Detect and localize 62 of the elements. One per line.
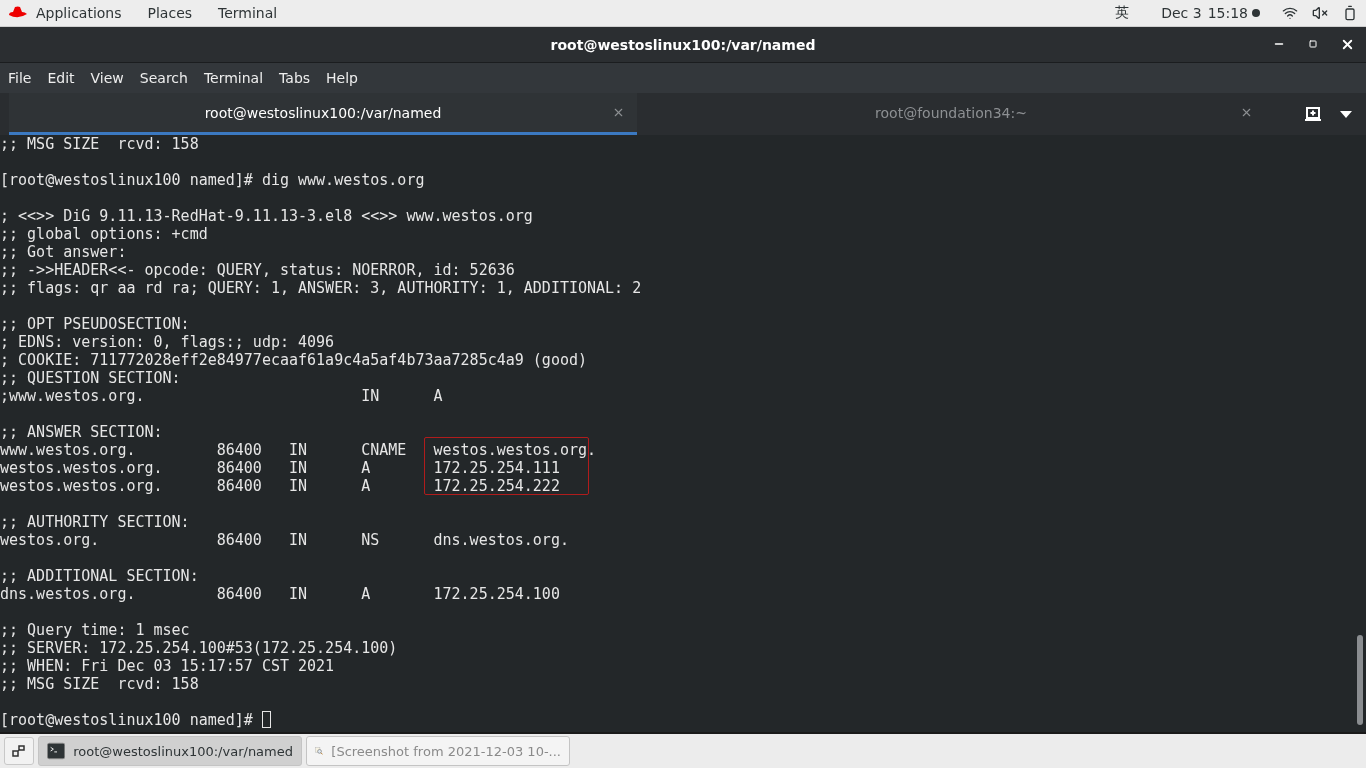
close-icon <box>1240 106 1253 119</box>
terminal-line: ;; global options: +cmd <box>0 225 208 243</box>
top-bar-menu[interactable]: Applications <box>36 5 122 21</box>
tab-label: root@westoslinux100:/var/named <box>204 104 442 121</box>
terminal-line: westos.westos.org. 86400 IN A 172.25.254.111 <box>0 459 560 477</box>
terminal-line: ;; Got answer: <box>0 243 127 261</box>
terminal-tab[interactable]: root@westoslinux100:/var/named <box>9 93 637 135</box>
terminal-line: ; <<>> DiG 9.11.13-RedHat-9.11.13-3.el8 <<>> www.westos.org <box>0 207 533 225</box>
notification-dot-icon <box>1252 9 1260 17</box>
menu-item[interactable]: Search <box>139 70 188 86</box>
menu-item[interactable]: Terminal <box>203 70 264 86</box>
tab-close-button[interactable] <box>1240 106 1253 119</box>
window-title: root@westoslinux100:/var/named <box>550 36 816 53</box>
scrollbar-thumb[interactable] <box>1357 635 1363 725</box>
clock-date[interactable]: Dec 3 <box>1161 5 1202 21</box>
windows-icon <box>12 744 26 758</box>
terminal-line: ;; MSG SIZE rcvd: 158 <box>0 675 199 693</box>
volume-muted-icon[interactable] <box>1312 5 1328 21</box>
terminal-line: ;; QUESTION SECTION: <box>0 369 181 387</box>
tab-label: root@foundation34:~ <box>875 104 1027 121</box>
battery-icon[interactable] <box>1342 5 1358 21</box>
menu-item[interactable]: Help <box>326 70 358 86</box>
terminal-line: ;; MSG SIZE rcvd: 158 <box>0 135 199 153</box>
terminal-line: ;; flags: qr aa rd ra; QUERY: 1, ANSWER: 3, AUTHORITY: 1, ADDITIONAL: 2 <box>0 279 642 297</box>
maximize-icon <box>1309 40 1317 48</box>
shell-prompt: [root@westoslinux100 named]# <box>0 711 254 729</box>
top-bar-menu[interactable]: Places <box>147 5 193 21</box>
terminal-line: westos.org. 86400 IN NS dns.westos.org. <box>0 531 569 549</box>
menu-item[interactable]: File <box>8 70 32 86</box>
terminal-line: ; EDNS: version: 0, flags:; udp: 4096 <box>0 333 335 351</box>
close-icon <box>612 106 625 119</box>
tab-close-button[interactable] <box>612 106 625 119</box>
wifi-icon[interactable] <box>1282 5 1298 21</box>
tabs-dropdown-button[interactable] <box>1340 110 1352 118</box>
terminal-line: ;; ADDITIONAL SECTION: <box>0 567 199 585</box>
terminal-line: ;; OPT PSEUDOSECTION: <box>0 315 190 333</box>
terminal-line: dns.westos.org. 86400 IN A 172.25.254.100 <box>0 585 560 603</box>
caret-icon <box>1340 110 1352 118</box>
input-method-indicator[interactable]: 英 <box>1115 4 1130 22</box>
menu-item[interactable]: View <box>90 70 124 86</box>
top-bar-menu[interactable]: Terminal <box>218 5 278 21</box>
menu-item[interactable]: Tabs <box>279 70 311 86</box>
terminal-line: [root@westoslinux100 named]# dig www.westos.org <box>0 171 425 189</box>
terminal-line: ;; Query time: 1 msec <box>0 621 190 639</box>
text-cursor <box>261 711 271 728</box>
new-tab-icon <box>1304 106 1322 122</box>
menu-item[interactable]: Edit <box>47 70 75 86</box>
terminal-line: ;; WHEN: Fri Dec 03 15:17:57 CST 2021 <box>0 657 335 675</box>
terminal-line: ;; AUTHORITY SECTION: <box>0 513 190 531</box>
new-tab-button[interactable] <box>1304 106 1322 122</box>
clock-time[interactable]: 15:18 <box>1207 5 1248 21</box>
terminal-line: westos.westos.org. 86400 IN A 172.25.254.222 <box>0 477 560 495</box>
taskbar-window-button[interactable]: root@westoslinux100:/var/named <box>38 736 302 766</box>
show-desktop-button[interactable] <box>4 737 34 765</box>
terminal-line: www.westos.org. 86400 IN CNAME westos.westos.org. <box>0 441 597 459</box>
terminal-line: ;; ANSWER SECTION: <box>0 423 163 441</box>
terminal-line: ; COOKIE: 711772028eff2e84977ecaaf61a9c4a5af4b73aa7285c4a9 (good) <box>0 351 587 369</box>
hat-logo-icon <box>8 6 28 20</box>
terminal-line: ;www.westos.org. IN A <box>0 387 443 405</box>
terminal-line: ;; ->>HEADER<<- opcode: QUERY, status: NOERROR, id: 52636 <box>0 261 515 279</box>
terminal-icon <box>47 742 66 760</box>
terminal-line: ;; SERVER: 172.25.254.100#53(172.25.254.100) <box>0 639 398 657</box>
